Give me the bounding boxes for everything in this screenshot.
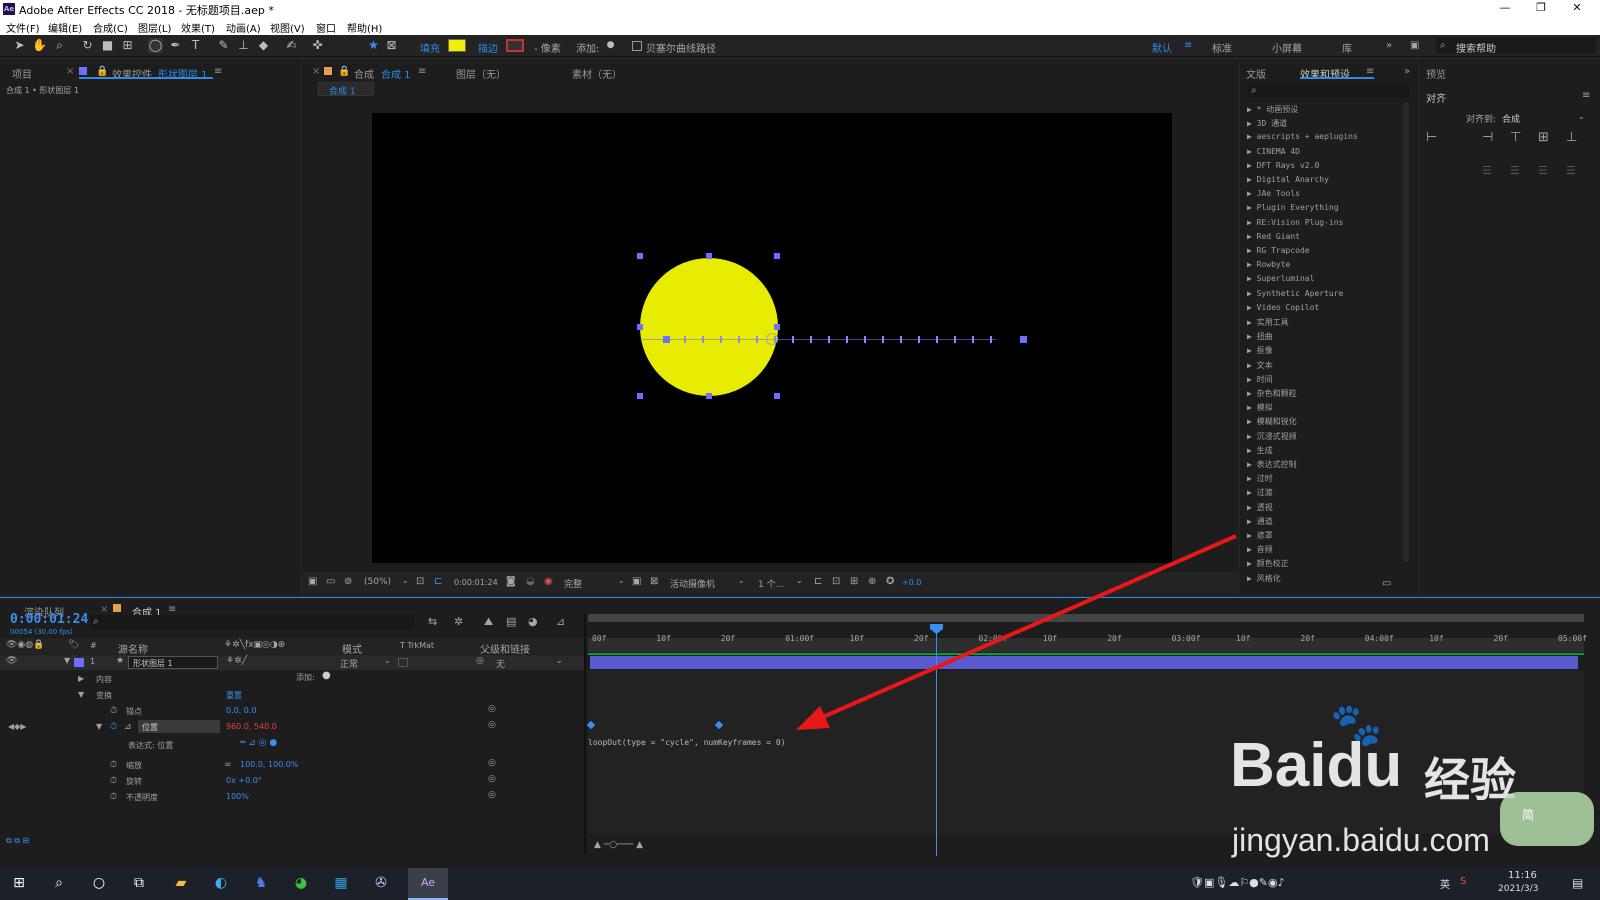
windows-start-icon[interactable]: ⊞ xyxy=(8,872,30,894)
app-icon[interactable]: ♞ xyxy=(250,872,272,894)
file-explorer-icon[interactable]: ▰ xyxy=(170,872,192,894)
ime-lang[interactable]: 英 xyxy=(1440,876,1450,891)
tray-icons[interactable]: 🛡▣🎙☁⚐●✎◉♪ xyxy=(1190,876,1285,889)
search-icon[interactable]: ⌕ xyxy=(48,872,70,894)
wechat-icon[interactable]: ◕ xyxy=(290,872,312,894)
app-icon[interactable]: ▦ xyxy=(330,872,352,894)
ime-badge[interactable]: 简 xyxy=(1500,792,1594,846)
notification-icon[interactable]: ▤ xyxy=(1572,876,1583,890)
cortana-icon[interactable]: ○ xyxy=(88,872,110,894)
clock-time[interactable]: 11:16 xyxy=(1508,870,1537,881)
clock-date[interactable]: 2021/3/3 xyxy=(1498,884,1538,894)
app-icon[interactable]: ✇ xyxy=(370,872,392,894)
task-view-icon[interactable]: ⧉ xyxy=(128,872,150,894)
paw-icon: 🐾 xyxy=(1330,700,1383,749)
watermark-url: jingyan.baidu.com xyxy=(1232,822,1490,858)
ime-icon[interactable]: S xyxy=(1460,876,1466,887)
taskbar: ⊞ ⌕ ○ ⧉ ▰ ◐ ♞ ◕ ▦ ✇ Ae 🛡▣🎙☁⚐●✎◉♪ 英 S 11:… xyxy=(0,868,1600,900)
browser-icon[interactable]: ◐ xyxy=(210,872,232,894)
after-effects-taskbar-icon[interactable]: Ae xyxy=(408,868,448,900)
